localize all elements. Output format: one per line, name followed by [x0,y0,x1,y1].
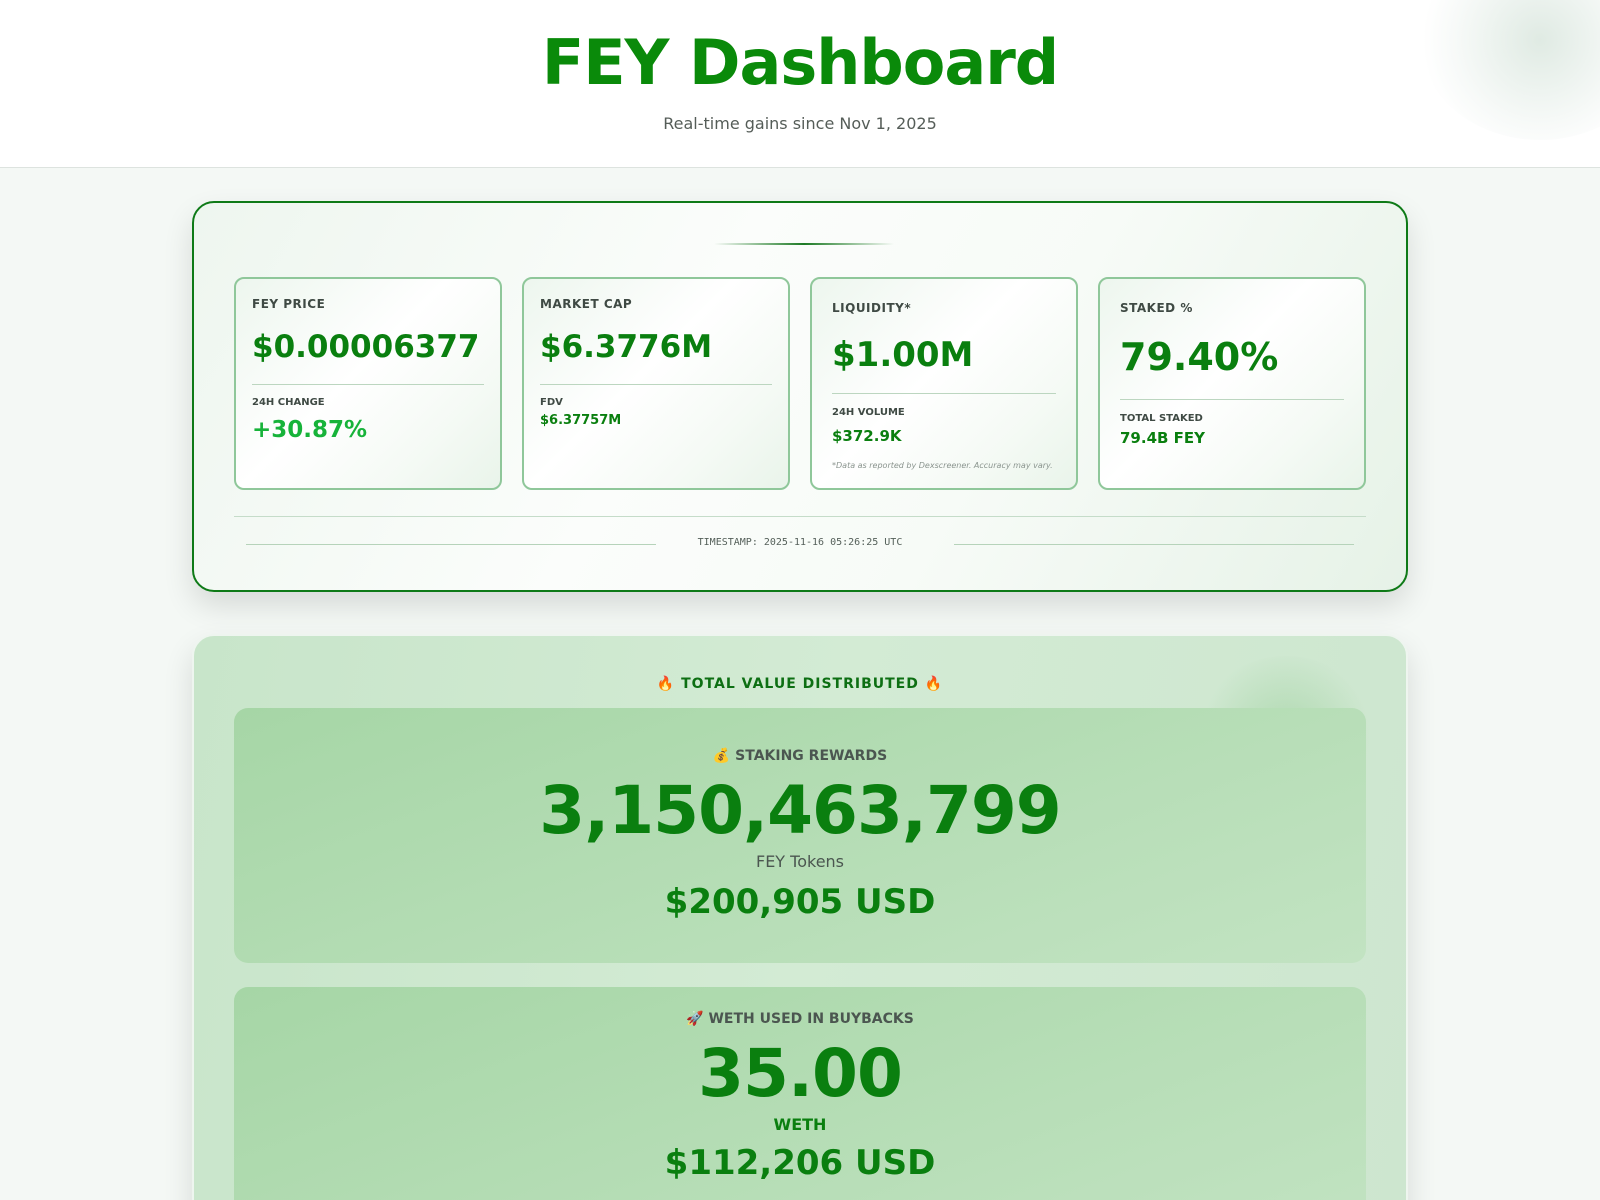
market-stats-panel: FEY PRICE $0.00006377 24H CHANGE +30.87%… [192,201,1408,592]
staking-rewards-label: 💰 STAKING REWARDS [712,748,888,764]
buybacks-card: 🚀 WETH USED IN BUYBACKS 35.00 WETH $112,… [234,987,1366,1200]
page-header: FEY Dashboard Real-time gains since Nov … [0,0,1600,168]
stat-label: LIQUIDITY* [832,301,912,315]
distribution-title: 🔥 TOTAL VALUE DISTRIBUTED 🔥 [656,676,944,692]
stat-value: $0.00006377 [252,329,480,365]
stat-sub-value: 79.4B FEY [1120,429,1206,447]
stat-sub-label: TOTAL STAKED [1120,413,1203,424]
stat-card-price: FEY PRICE $0.00006377 24H CHANGE +30.87% [234,277,502,490]
stat-sub-label: 24H VOLUME [832,407,905,418]
value-distributed-panel: 🔥 TOTAL VALUE DISTRIBUTED 🔥 💰 STAKING RE… [192,634,1408,1200]
stat-sub-value: $372.9K [832,427,902,445]
stat-divider [252,384,484,385]
page-title: FEY Dashboard [541,26,1059,99]
stat-label: STAKED % [1120,301,1193,315]
timestamp: TIMESTAMP: 2025-11-16 05:26:25 UTC [697,537,903,548]
stat-divider [1120,399,1344,400]
stat-sub-label: FDV [540,397,563,408]
staking-rewards-card: 💰 STAKING REWARDS 3,150,463,799 FEY Toke… [234,708,1366,963]
page-subtitle: Real-time gains since Nov 1, 2025 [663,114,937,133]
buybacks-unit: WETH [773,1115,827,1134]
stat-sub-label: 24H CHANGE [252,397,325,408]
panel-accent-line [714,243,894,245]
stat-change-value: +30.87% [252,417,368,443]
stat-divider [540,384,772,385]
stat-label: MARKET CAP [540,297,633,311]
stat-value: 79.40% [1120,335,1279,379]
buybacks-label: 🚀 WETH USED IN BUYBACKS [686,1011,914,1027]
stat-value: $1.00M [832,335,974,375]
staking-rewards-usd: $200,905 USD [664,882,936,922]
stat-card-staked: STAKED % 79.40% TOTAL STAKED 79.4B FEY [1098,277,1366,490]
stat-label: FEY PRICE [252,297,326,311]
stat-card-market-cap: MARKET CAP $6.3776M FDV $6.37757M [522,277,790,490]
stat-divider [832,393,1056,394]
buybacks-amount: 35.00 [698,1035,903,1112]
buybacks-usd: $112,206 USD [664,1143,936,1183]
staking-rewards-amount: 3,150,463,799 [539,772,1061,849]
panel-divider [234,516,1366,517]
stat-value: $6.3776M [540,329,713,365]
stat-card-liquidity: LIQUIDITY* $1.00M 24H VOLUME $372.9K *Da… [810,277,1078,490]
staking-rewards-unit: FEY Tokens [755,852,845,871]
data-disclaimer: *Data as reported by Dexscreener. Accura… [832,461,1053,470]
stat-sub-value: $6.37757M [540,413,622,428]
